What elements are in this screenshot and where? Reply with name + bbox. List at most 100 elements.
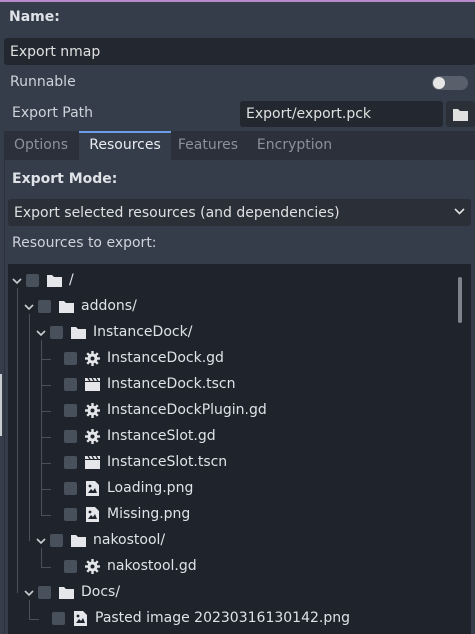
gear-icon — [85, 403, 100, 418]
tree-checkbox[interactable] — [64, 508, 77, 521]
tree-item-label: Missing.png — [107, 506, 191, 522]
tree-item-label: InstanceDock.tscn — [107, 376, 236, 392]
export-mode-value: Export selected resources (and dependenc… — [14, 204, 340, 221]
export-path-label: Export Path — [12, 105, 94, 121]
tree-item-label: nakostool.gd — [107, 558, 197, 574]
folder-icon — [71, 327, 86, 339]
tab-features[interactable]: Features — [172, 131, 244, 160]
tree-checkbox[interactable] — [64, 404, 77, 417]
tree-guide-line — [41, 385, 51, 386]
tree-file-row[interactable]: nakostool.gd — [8, 554, 458, 580]
tree-folder-row[interactable]: Docs/ — [8, 580, 458, 606]
tree-item-label: InstanceDock.gd — [107, 350, 224, 366]
tree-guide-line — [41, 548, 42, 567]
image-file-icon — [74, 611, 87, 626]
tree-checkbox[interactable] — [50, 326, 63, 339]
tree-checkbox[interactable] — [64, 352, 77, 365]
tree-checkbox[interactable] — [64, 378, 77, 391]
resource-tree[interactable]: / addons/InstanceDock/InstanceDock.gd Inst… — [8, 264, 471, 634]
chevron-down-icon[interactable] — [24, 302, 34, 312]
folder-icon — [47, 275, 62, 287]
chevron-down-icon[interactable] — [12, 276, 22, 286]
image-file-icon — [86, 481, 99, 496]
tree-checkbox[interactable] — [50, 534, 63, 547]
folder-browse-icon — [453, 108, 468, 121]
export-mode-select[interactable]: Export selected resources (and dependenc… — [8, 199, 471, 226]
tree-guide-line — [29, 314, 30, 541]
gear-icon — [85, 429, 100, 444]
tree-item-label: nakostool/ — [93, 532, 166, 548]
folder-icon — [71, 535, 86, 547]
tree-item-label: InstanceSlot.tscn — [107, 454, 228, 470]
tree-checkbox[interactable] — [38, 300, 51, 313]
tree-folder-row[interactable]: / — [8, 268, 458, 294]
folder-icon — [59, 587, 74, 599]
tree-guide-line — [41, 463, 51, 464]
tree-checkbox[interactable] — [64, 482, 77, 495]
export-tabs: Options Resources Features Encryption — [4, 131, 475, 160]
tree-item-label: Docs/ — [81, 584, 121, 600]
tree-checkbox[interactable] — [64, 430, 77, 443]
tree-checkbox[interactable] — [26, 274, 39, 287]
panel-border — [4, 160, 5, 634]
tree-scrollbar[interactable] — [458, 277, 462, 323]
tree-folder-row[interactable]: addons/ — [8, 294, 458, 320]
tree-item-label: addons/ — [81, 298, 137, 314]
dock-resize-handle[interactable] — [0, 374, 2, 436]
runnable-toggle[interactable] — [432, 76, 468, 90]
chevron-down-icon[interactable] — [36, 328, 46, 338]
toggle-knob — [433, 77, 445, 89]
resources-to-export-label: Resources to export: — [12, 235, 157, 251]
export-mode-label: Export Mode: — [12, 171, 118, 187]
clapperboard-icon — [85, 455, 100, 469]
tree-guide-line — [29, 600, 30, 619]
tree-checkbox[interactable] — [64, 560, 77, 573]
tree-checkbox[interactable] — [52, 612, 65, 625]
tree-item-label: InstanceSlot.gd — [107, 428, 216, 444]
tree-checkbox[interactable] — [38, 586, 51, 599]
gear-icon — [85, 351, 100, 366]
chevron-down-icon[interactable] — [36, 536, 46, 546]
tab-resources[interactable]: Resources — [79, 131, 171, 160]
tree-folder-row[interactable]: InstanceDock/ — [8, 320, 458, 346]
tab-options[interactable]: Options — [4, 131, 78, 160]
tree-file-row[interactable]: Missing.png — [8, 502, 458, 528]
tree-file-row[interactable]: Pasted image 20230316130142.png — [8, 606, 458, 632]
tree-item-label: / — [69, 272, 74, 288]
tree-file-row[interactable]: InstanceSlot.tscn — [8, 450, 458, 476]
chevron-down-icon — [454, 208, 465, 215]
tree-guide-line — [41, 489, 51, 490]
tree-guide-line — [41, 567, 51, 568]
name-label: Name: — [9, 9, 60, 25]
tree-guide-line — [41, 437, 51, 438]
tree-file-row[interactable]: InstanceSlot.gd — [8, 424, 458, 450]
tree-guide-line — [29, 619, 39, 620]
clapperboard-icon — [85, 377, 100, 391]
name-input-value: Export nmap — [10, 43, 101, 60]
window-top-accent — [0, 0, 475, 2]
browse-path-button[interactable] — [446, 101, 475, 127]
tree-guide-line — [17, 288, 18, 593]
name-input[interactable]: Export nmap — [4, 38, 475, 65]
tree-guide-line — [41, 359, 51, 360]
export-path-value: Export/export.pck — [246, 106, 372, 122]
tree-folder-row[interactable]: nakostool/ — [8, 528, 458, 554]
tree-file-row[interactable]: Loading.png — [8, 476, 458, 502]
tree-file-row[interactable]: InstanceDock.tscn — [8, 372, 458, 398]
tree-item-label: InstanceDockPlugin.gd — [107, 402, 267, 418]
image-file-icon — [86, 507, 99, 522]
tree-guide-line — [41, 411, 51, 412]
folder-icon — [59, 301, 74, 313]
tree-file-row[interactable]: InstanceDockPlugin.gd — [8, 398, 458, 424]
tree-guide-line — [41, 515, 51, 516]
tab-encryption[interactable]: Encryption — [247, 131, 342, 160]
runnable-label: Runnable — [10, 74, 76, 90]
tree-file-row[interactable]: InstanceDock.gd — [8, 346, 458, 372]
tree-item-label: Pasted image 20230316130142.png — [95, 610, 350, 626]
export-path-input[interactable]: Export/export.pck — [240, 101, 443, 127]
tree-checkbox[interactable] — [64, 456, 77, 469]
gear-icon — [85, 559, 100, 574]
chevron-down-icon[interactable] — [24, 588, 34, 598]
tree-item-label: InstanceDock/ — [93, 324, 193, 340]
tree-item-label: Loading.png — [107, 480, 194, 496]
